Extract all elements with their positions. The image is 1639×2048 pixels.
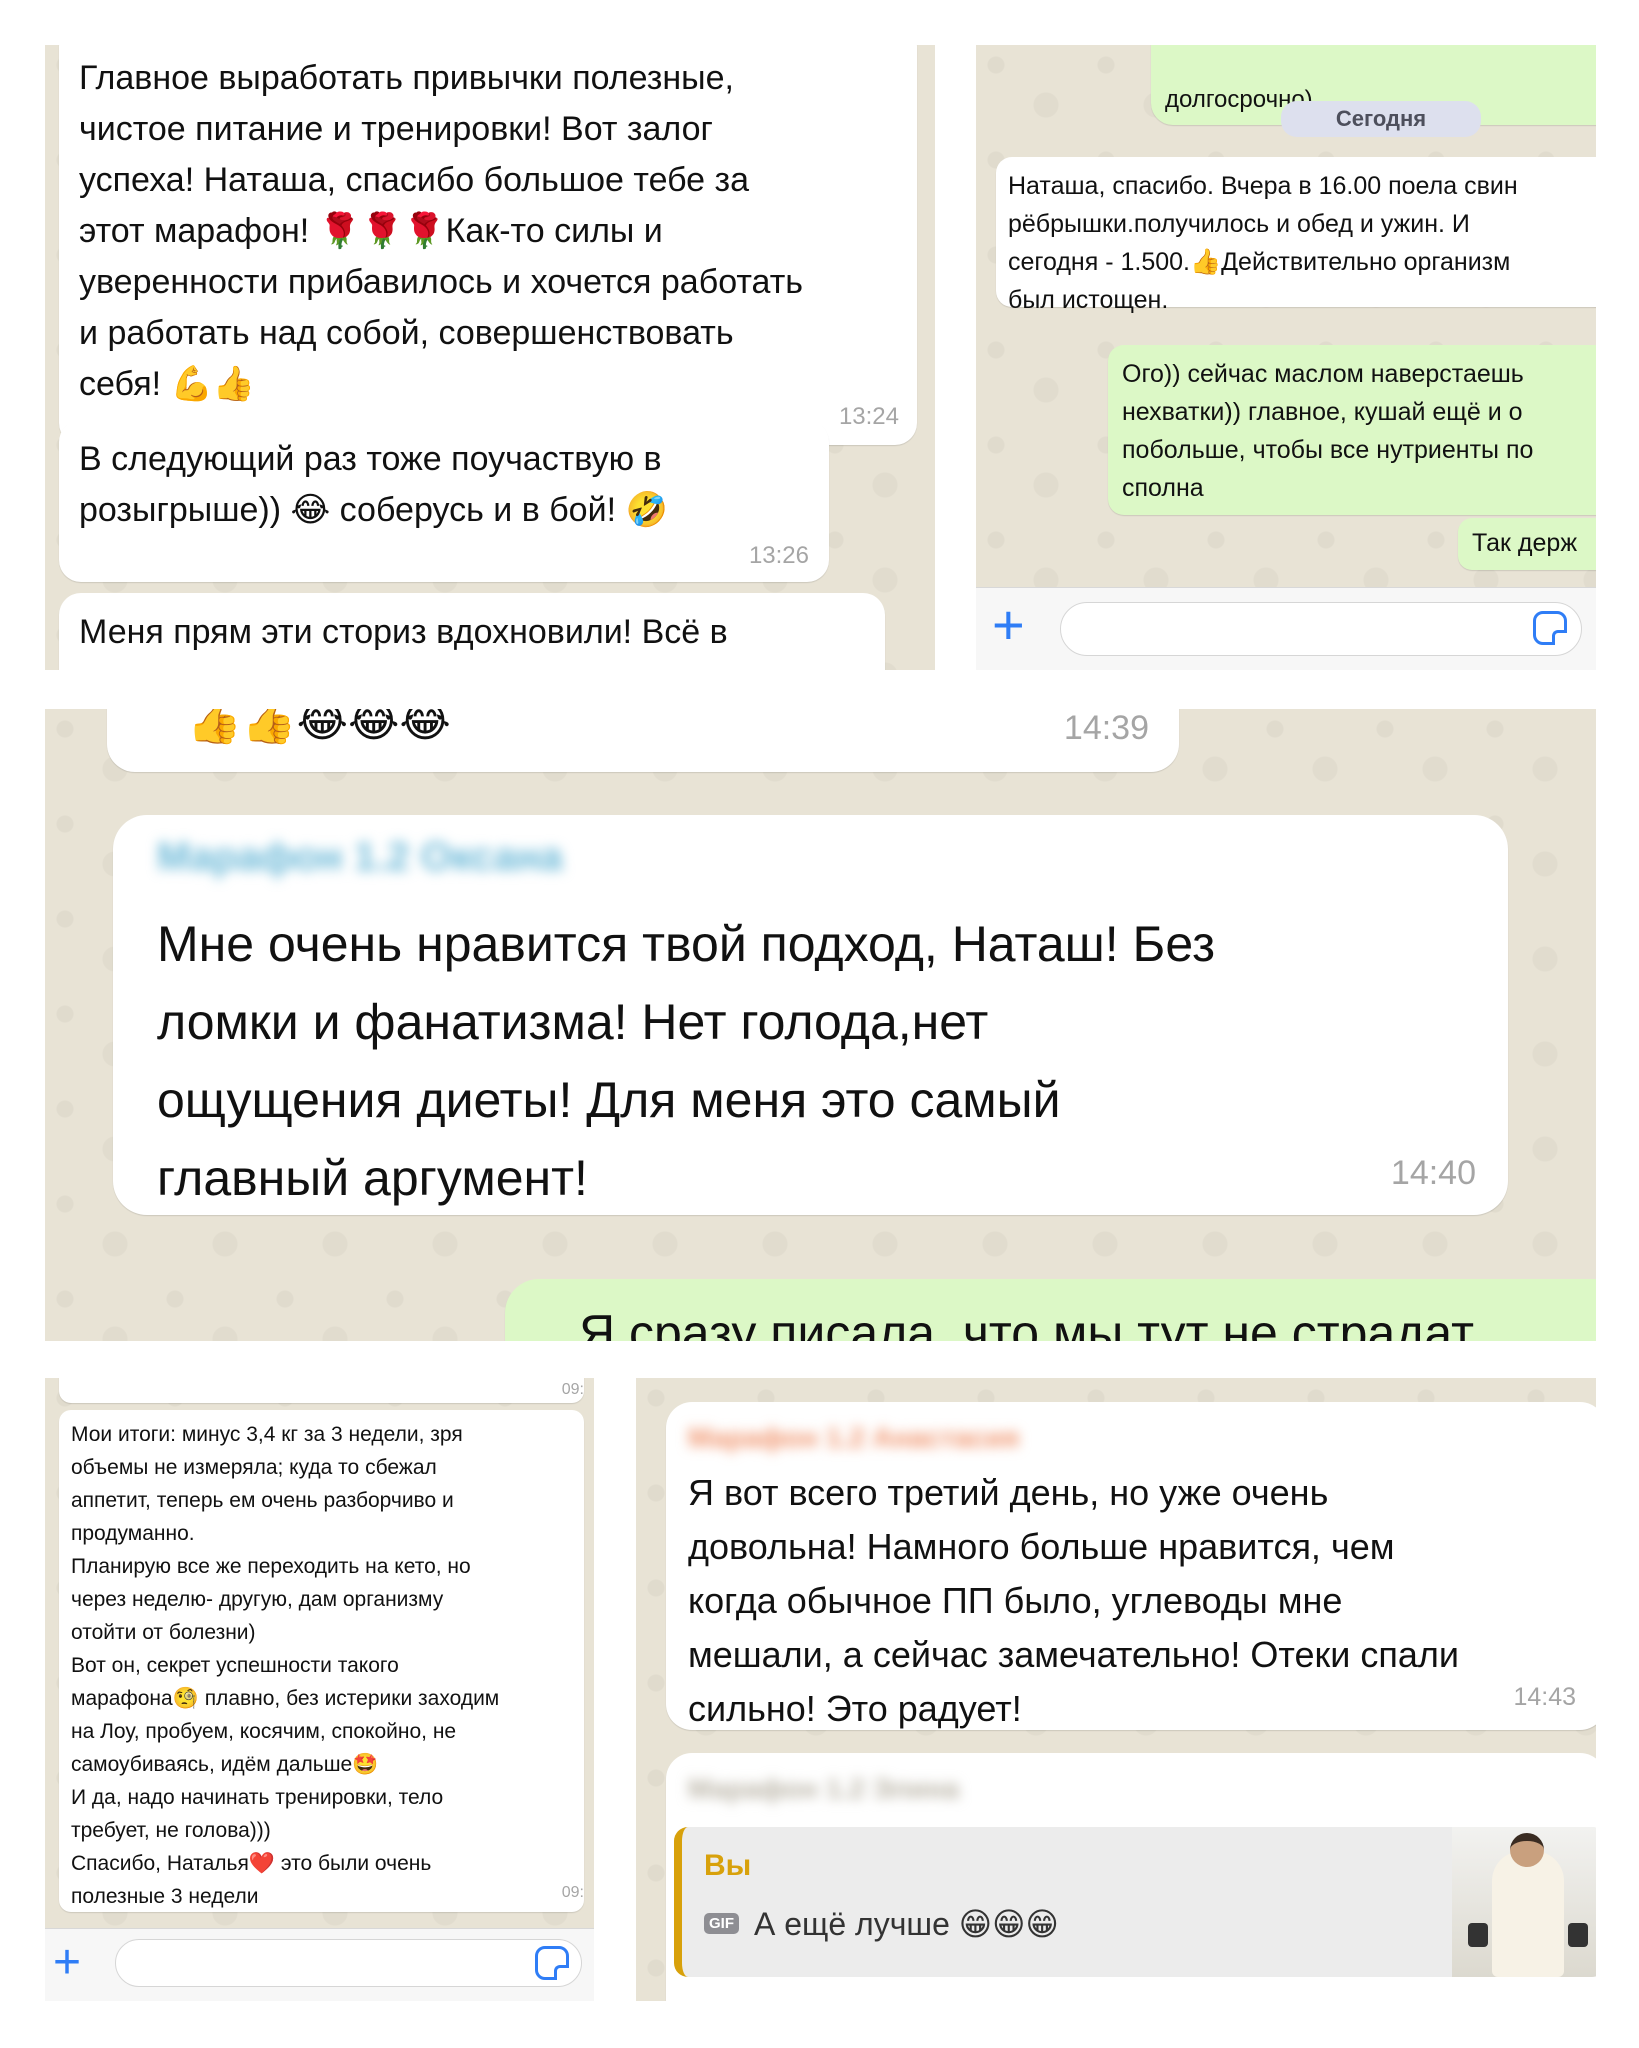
message-bubble-outgoing[interactable]: Ого)) сейчас маслом наверстаешь нехватки…: [1108, 345, 1596, 515]
message-time: 14:40: [1390, 1154, 1476, 1192]
message-time: 14:43: [1513, 1683, 1576, 1711]
reply-text: А ещё лучше 😁😁😁: [754, 1906, 1059, 1942]
sender-name: Марафон 1.2 Элина: [688, 1773, 960, 1804]
sticker-icon[interactable]: [535, 1946, 569, 1980]
chat-panel-5: Марафон 1.2 Анастасия Я вот всего третий…: [636, 1378, 1596, 2001]
message-bubble-outgoing[interactable]: Я сразу писала, что мы тут не страдат: [505, 1279, 1596, 1341]
message-bubble[interactable]: 09:: [59, 1378, 584, 1403]
message-bubble-outgoing[interactable]: Так держ: [1458, 518, 1596, 570]
message-text: Мне очень нравится твой подход, Наташ! Б…: [157, 916, 1216, 1206]
message-input[interactable]: [115, 1939, 582, 1987]
add-attachment-icon[interactable]: +: [992, 590, 1025, 660]
message-bubble[interactable]: Марафон 1.2 Элина Вы GIF А ещё лучше 😁😁😁: [666, 1753, 1596, 2001]
chat-panel-1: Главное выработать привычки полезные, чи…: [45, 45, 935, 670]
gif-badge: GIF: [704, 1913, 739, 1934]
sender-name: Марафон 1.2 Оксана: [157, 835, 563, 879]
dumbbell-icon: [1568, 1923, 1588, 1947]
message-text: Наташа, спасибо. Вчера в 16.00 поела сви…: [1008, 172, 1518, 314]
add-attachment-icon[interactable]: +: [53, 1929, 81, 1997]
message-text: 👍👍😂😂😂: [187, 709, 451, 747]
message-text: Главное выработать привычки полезные, чи…: [79, 59, 803, 403]
message-bubble[interactable]: Главное выработать привычки полезные, чи…: [59, 45, 917, 445]
sticker-icon[interactable]: [1533, 611, 1567, 645]
person-head: [1510, 1833, 1544, 1867]
message-bubble[interactable]: Наташа, спасибо. Вчера в 16.00 поела сви…: [996, 157, 1596, 314]
message-text: В следующий раз тоже поучаствую в розыгр…: [79, 440, 668, 529]
message-time: 13:26: [748, 542, 809, 569]
sender-name: Марафон 1.2 Анастасия: [688, 1422, 1020, 1453]
gif-thumbnail[interactable]: [1452, 1827, 1596, 1977]
message-time: 09:: [561, 1884, 584, 1901]
message-bubble[interactable]: Мои итоги: минус 3,4 кг за 3 недели, зря…: [59, 1410, 584, 1912]
chat-panel-4: 09: Мои итоги: минус 3,4 кг за 3 недели,…: [45, 1378, 594, 2001]
message-composer: +: [45, 1928, 594, 2001]
message-composer: +: [976, 587, 1596, 670]
message-text: Меня прям эти сториз вдохновили! Всё в: [79, 613, 728, 651]
message-text: Ого)) сейчас маслом наверстаешь нехватки…: [1122, 360, 1534, 502]
dumbbell-icon: [1468, 1923, 1488, 1947]
message-time: 09:: [561, 1381, 584, 1398]
message-bubble[interactable]: 👍👍😂😂😂 14:39: [107, 709, 1179, 772]
message-time: 14:39: [1063, 709, 1149, 747]
reply-quote[interactable]: Вы GIF А ещё лучше 😁😁😁: [674, 1827, 1596, 1977]
message-bubble[interactable]: В следующий раз тоже поучаствую в розыгр…: [59, 420, 829, 582]
chat-panel-3: 👍👍😂😂😂 14:39 Марафон 1.2 Оксана Мне очень…: [45, 709, 1596, 1341]
message-input[interactable]: [1060, 602, 1582, 656]
message-bubble[interactable]: Марафон 1.2 Оксана Мне очень нравится тв…: [113, 815, 1508, 1215]
date-pill: Сегодня: [1281, 101, 1481, 137]
message-bubble[interactable]: Марафон 1.2 Анастасия Я вот всего третий…: [666, 1402, 1596, 1730]
message-text: Так держ: [1472, 529, 1578, 557]
chat-panel-2: долгосрочно) Сегодня Наташа, спасибо. Вч…: [976, 45, 1596, 670]
message-time: 13:24: [838, 403, 899, 430]
message-text: Я сразу писала, что мы тут не страдат: [579, 1305, 1475, 1341]
reply-author: Вы: [704, 1849, 752, 1882]
message-text: Я вот всего третий день, но уже очень до…: [688, 1472, 1459, 1729]
person-figure: [1492, 1851, 1564, 1977]
message-bubble[interactable]: Меня прям эти сториз вдохновили! Всё в: [59, 593, 885, 670]
message-text: Мои итоги: минус 3,4 кг за 3 недели, зря…: [71, 1423, 500, 1908]
